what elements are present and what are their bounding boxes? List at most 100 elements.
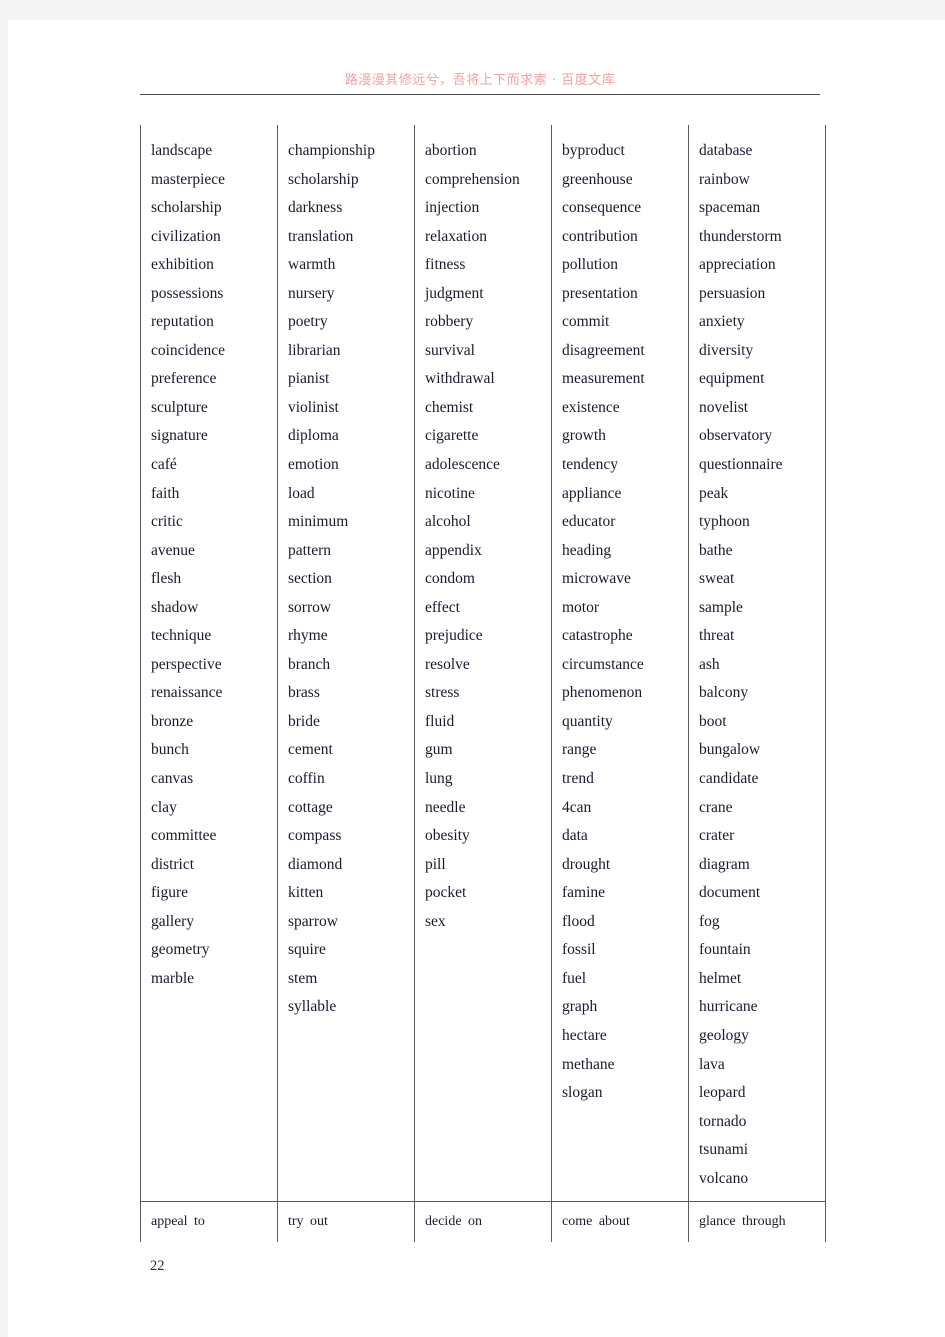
word-entry: flood (562, 912, 595, 930)
word-entry: prejudice (425, 627, 483, 645)
word-entry: nicotine (425, 484, 475, 502)
word-entry: sorrow (288, 598, 332, 616)
word-entry: obesity (425, 827, 470, 845)
word-entry: boot (699, 712, 727, 730)
word-entry: district (151, 855, 195, 873)
word-entry: fossil (562, 941, 596, 959)
word-entry: sculpture (151, 398, 208, 416)
word-entry: stem (288, 969, 318, 987)
word-entry: bronze (151, 712, 194, 730)
word-entry: condom (425, 570, 475, 588)
word-entry: translation (288, 227, 354, 245)
word-entry: pattern (288, 541, 332, 559)
word-entry: cement (288, 741, 333, 759)
word-entry: bride (288, 712, 320, 730)
word-entry: comprehension (425, 170, 520, 188)
phrasal-cell-3-inner: decide on (415, 1202, 551, 1242)
word-entry: café (151, 456, 177, 474)
word-entry: branch (288, 655, 331, 673)
word-entry: geometry (151, 941, 210, 959)
word-entry: document (699, 884, 761, 902)
word-entry: consequence (562, 199, 642, 217)
word-entry: reputation (151, 313, 214, 331)
word-entry: poetry (288, 313, 328, 331)
word-entry: diploma (288, 427, 339, 445)
phrasal-cell-4-inner: come about (552, 1202, 688, 1242)
word-entry: measurement (562, 370, 645, 388)
word-entry: database (699, 142, 753, 159)
word-entry: abortion (425, 142, 477, 159)
word-entry: balcony (699, 684, 749, 702)
word-entry: educator (562, 513, 616, 531)
word-entry: phenomenon (562, 684, 643, 702)
word-entry: disagreement (562, 341, 645, 359)
word-entry: data (562, 827, 588, 845)
word-entry: pianist (288, 370, 330, 388)
word-entry: adolescence (425, 456, 500, 474)
word-entry: slogan (562, 1084, 603, 1102)
word-entry: resolve (425, 655, 470, 673)
word-entry: helmet (699, 969, 742, 987)
word-entry: tsunami (699, 1141, 749, 1159)
word-list-row: landscape masterpiece scholarship civilizat… (140, 125, 826, 1202)
word-column-4-list: byproduct greenhouse consequence contributi… (552, 125, 688, 1116)
word-entry: crane (699, 798, 733, 816)
word-entry: fountain (699, 941, 751, 959)
phrasal-cell-5: glance through (688, 1201, 826, 1243)
word-entry: commit (562, 313, 610, 331)
word-entry: bunch (151, 741, 189, 759)
word-column-5-list: database rainbow spaceman thunderstorm appre… (689, 125, 825, 1201)
phrasal-verb-row: appeal to try out decide on come about g… (140, 1201, 826, 1243)
phrasal-cell-5-inner: glance through (689, 1202, 825, 1242)
word-column-1: landscape masterpiece scholarship civilizat… (140, 125, 278, 1202)
word-entry: fitness (425, 256, 466, 274)
word-entry: rainbow (699, 170, 750, 188)
word-entry: flesh (151, 570, 182, 588)
word-entry: typhoon (699, 513, 750, 531)
word-entry: robbery (425, 313, 474, 331)
word-entry: drought (562, 855, 611, 873)
header-watermark-text: 路漫漫其修远兮，吾将上下而求索 · 百度文库 (344, 73, 616, 88)
word-entry: exhibition (151, 256, 214, 274)
word-entry: gum (425, 741, 453, 759)
word-entry: presentation (562, 284, 638, 302)
word-entry: trend (562, 770, 594, 788)
word-entry: canvas (151, 770, 194, 788)
word-entry: byproduct (562, 142, 625, 159)
word-entry: sample (699, 598, 743, 616)
word-entry: figure (151, 884, 189, 902)
top-gray-strip (0, 0, 945, 20)
word-entry: gallery (151, 912, 195, 930)
word-entry: peak (699, 484, 729, 502)
word-entry: sparrow (288, 912, 338, 930)
word-entry: scholarship (151, 199, 222, 217)
word-entry: pill (425, 855, 446, 873)
word-entry: diamond (288, 855, 343, 873)
word-entry: emotion (288, 456, 339, 474)
word-entry: perspective (151, 655, 222, 673)
phrasal-cell-1: appeal to (140, 1201, 278, 1243)
word-column-4: byproduct greenhouse consequence contributi… (551, 125, 689, 1202)
word-entry: microwave (562, 570, 631, 588)
word-entry: thunderstorm (699, 227, 782, 245)
word-entry: cigarette (425, 427, 479, 445)
word-entry: coffin (288, 770, 325, 788)
word-entry: marble (151, 969, 195, 987)
word-entry: civilization (151, 227, 221, 245)
word-entry: novelist (699, 398, 749, 416)
word-entry: fluid (425, 712, 455, 730)
word-column-2-list: championship scholarship darkness translati… (278, 125, 414, 1030)
word-entry: appreciation (699, 256, 776, 274)
word-entry: heading (562, 541, 612, 559)
word-entry: sex (425, 912, 446, 930)
word-entry: pocket (425, 884, 467, 902)
header-divider-rule (140, 94, 820, 95)
word-entry: committee (151, 827, 217, 845)
phrasal-cell-1-inner: appeal to (141, 1202, 277, 1242)
word-entry: appendix (425, 541, 482, 559)
word-entry: observatory (699, 427, 773, 445)
word-entry: geology (699, 1026, 749, 1044)
word-entry: appliance (562, 484, 622, 502)
word-entry: shadow (151, 598, 199, 616)
word-entry: hectare (562, 1026, 607, 1044)
